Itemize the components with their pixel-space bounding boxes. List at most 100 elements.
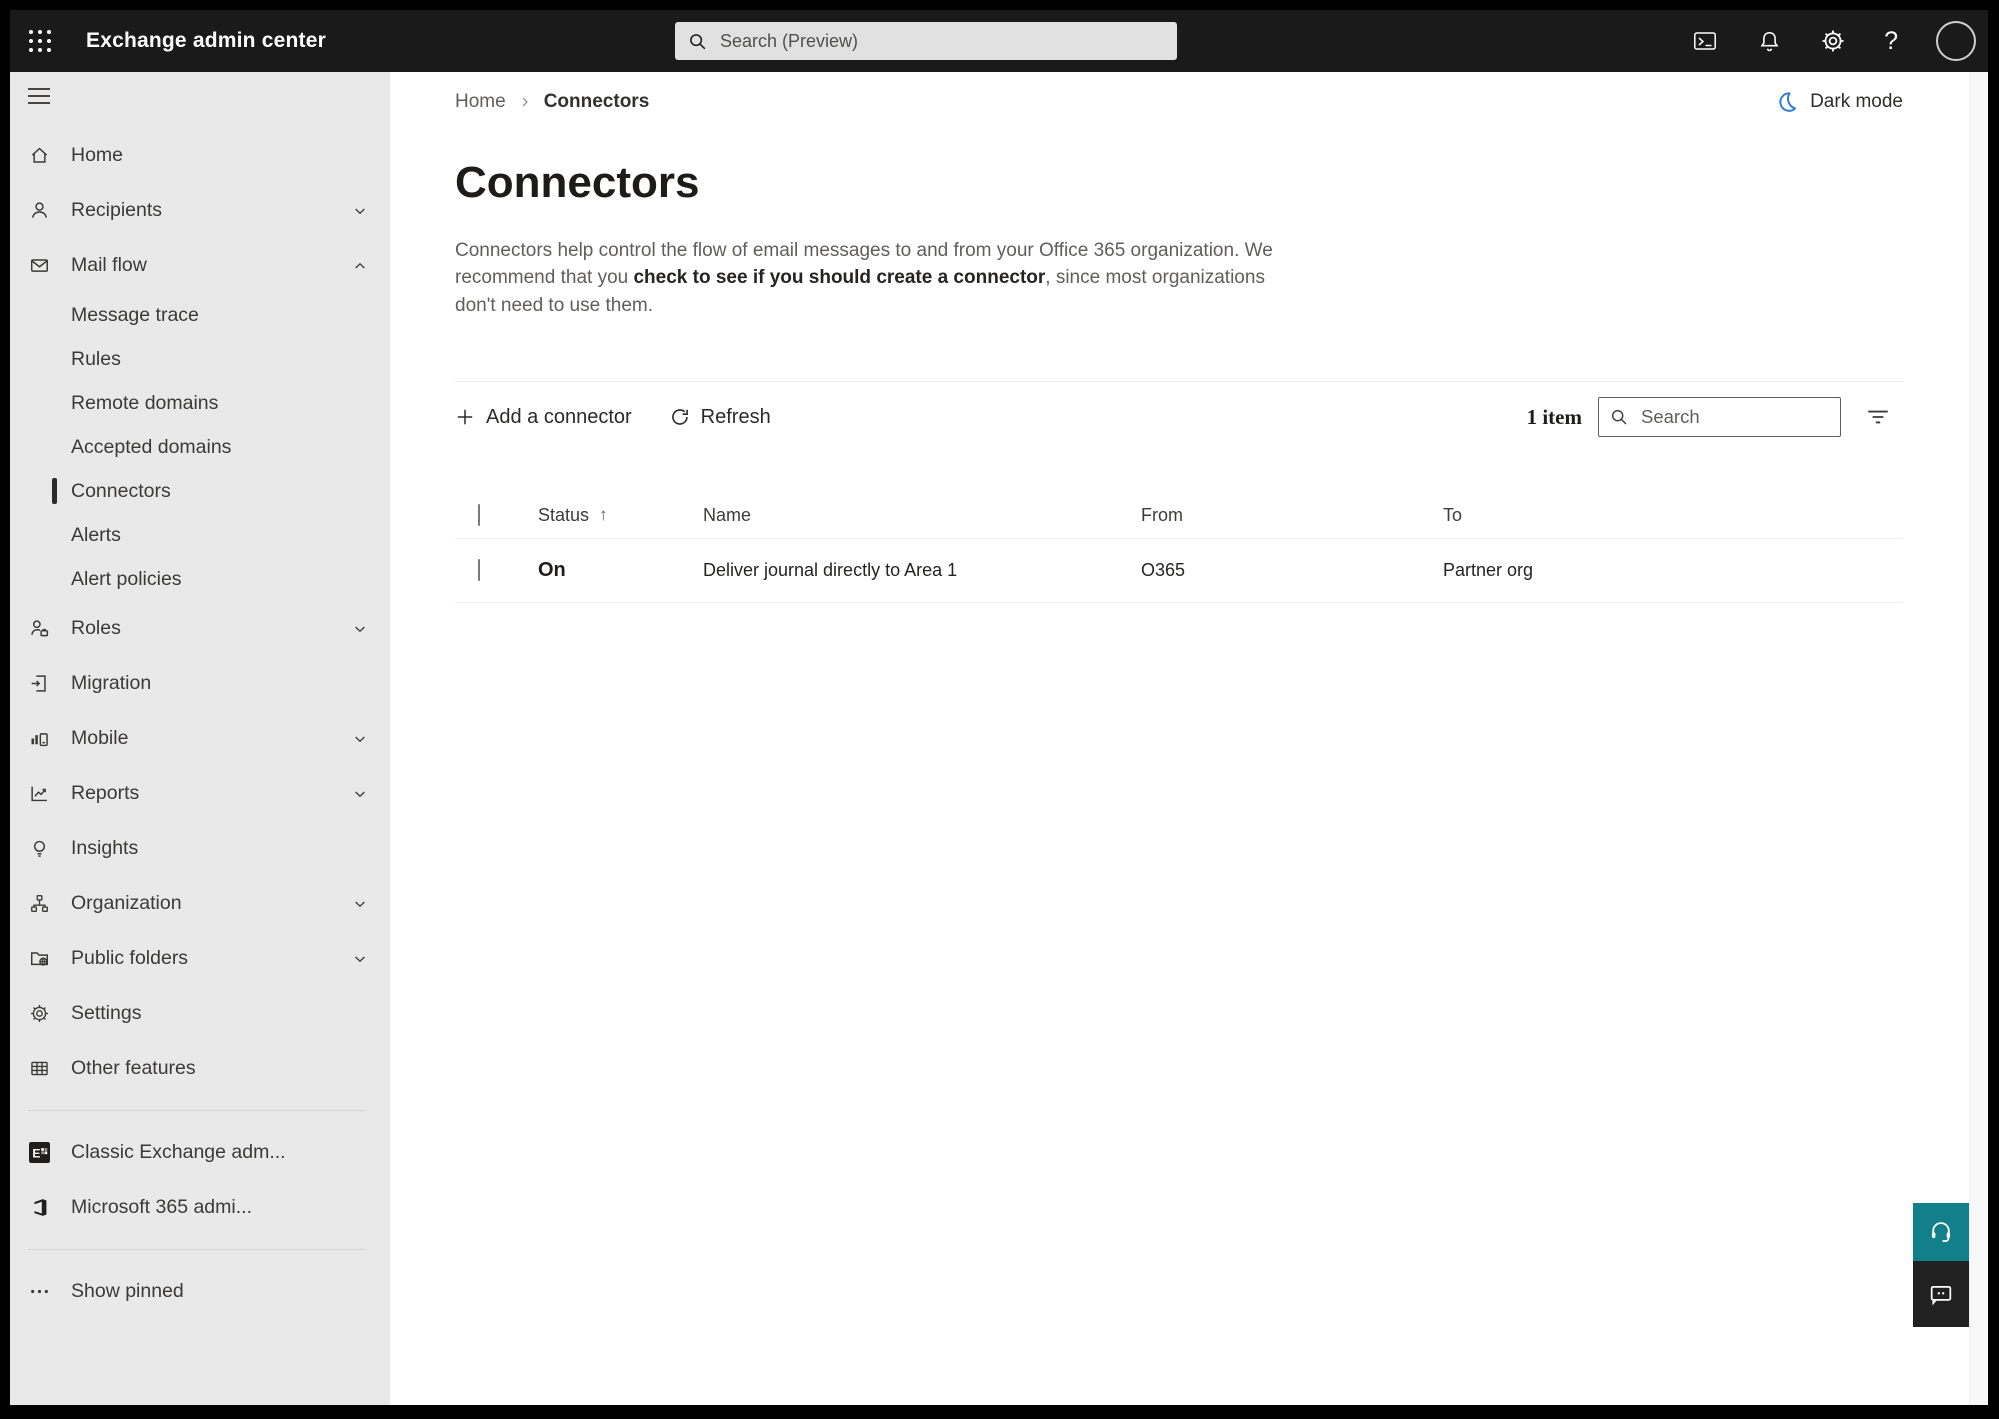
reports-chart-icon [28, 783, 50, 804]
gear-icon [28, 1003, 50, 1024]
sidebar-item-label: Insights [71, 837, 139, 859]
sidebar-item-label: Mobile [71, 727, 129, 749]
select-all-checkbox[interactable] [478, 503, 480, 526]
chevron-down-icon [352, 896, 368, 912]
refresh-button[interactable]: Refresh [670, 406, 771, 429]
chevron-down-icon [352, 951, 368, 967]
sidebar-item-classic-exchange[interactable]: E Classic Exchange adm... [10, 1125, 390, 1180]
sidebar-item-settings[interactable]: Settings [10, 986, 390, 1041]
create-connector-link[interactable]: check to see if you should create a conn… [633, 267, 1045, 288]
list-search-box[interactable] [1598, 397, 1841, 438]
sidebar-item-label: Public folders [71, 947, 189, 969]
app-launcher-button[interactable] [16, 17, 64, 65]
sidebar-item-migration[interactable]: Migration [10, 656, 390, 711]
headset-icon [1928, 1219, 1954, 1245]
sidebar-subitem-accepted-domains[interactable]: Accepted domains [10, 425, 390, 469]
help-icon[interactable]: ? [1884, 27, 1898, 56]
column-header-status[interactable]: Status [538, 505, 589, 526]
scrollbar-track[interactable] [1969, 72, 1988, 1405]
main-panel: Home Connectors Dark mode Connectors Con… [390, 72, 1969, 1405]
dark-mode-toggle[interactable]: Dark mode [1775, 90, 1903, 113]
sidebar-item-organization[interactable]: Organization [10, 876, 390, 931]
sidebar-subitem-label: Accepted domains [71, 435, 232, 458]
sidebar-item-label: Other features [71, 1057, 196, 1079]
connectors-table: Status ↑ Name From To On Deliver journal… [455, 492, 1903, 604]
sidebar: Home Recipients Mail flow Message trace … [10, 72, 390, 1405]
sidebar-item-roles[interactable]: Roles [10, 601, 390, 656]
sidebar-item-label: Recipients [71, 199, 163, 221]
search-icon [687, 31, 708, 52]
sidebar-subitem-remote-domains[interactable]: Remote domains [10, 381, 390, 425]
breadcrumb-home-link[interactable]: Home [455, 91, 506, 113]
sidebar-item-public-folders[interactable]: Public folders [10, 931, 390, 986]
sidebar-item-reports[interactable]: Reports [10, 766, 390, 821]
list-toolbar: Add a connector Refresh 1 item [455, 382, 1903, 452]
add-connector-button[interactable]: Add a connector [455, 406, 632, 429]
add-connector-label: Add a connector [486, 405, 632, 428]
sidebar-item-other-features[interactable]: Other features [10, 1041, 390, 1096]
sidebar-item-label: Microsoft 365 admi... [71, 1196, 252, 1218]
chat-bubble-icon [1928, 1281, 1954, 1307]
svg-text:E: E [32, 1146, 40, 1160]
avatar-circle-icon [1936, 21, 1976, 61]
global-search-box[interactable] [675, 22, 1177, 60]
list-search-input[interactable] [1639, 405, 1830, 430]
hamburger-menu-button[interactable] [24, 76, 64, 116]
sidebar-divider [28, 1110, 366, 1111]
sidebar-subitem-alert-policies[interactable]: Alert policies [10, 557, 390, 601]
sidebar-subitem-label: Connectors [71, 479, 171, 502]
folder-globe-icon [28, 948, 50, 969]
sidebar-item-label: Home [71, 144, 124, 166]
table-row[interactable]: On Deliver journal directly to Area 1 O3… [455, 539, 1903, 604]
column-header-to[interactable]: To [1443, 505, 1903, 526]
sidebar-item-recipients[interactable]: Recipients [10, 183, 390, 238]
chevron-up-icon [352, 258, 368, 274]
column-header-name[interactable]: Name [703, 505, 1141, 526]
sidebar-divider [28, 1249, 366, 1250]
plus-icon [455, 407, 475, 427]
feedback-button[interactable] [1913, 1261, 1969, 1327]
sidebar-item-label: Classic Exchange adm... [71, 1141, 286, 1163]
mail-icon [28, 255, 50, 276]
row-name[interactable]: Deliver journal directly to Area 1 [703, 560, 1141, 581]
sidebar-item-microsoft-365-admin[interactable]: Microsoft 365 admi... [10, 1180, 390, 1235]
page-description: Connectors help control the flow of emai… [455, 237, 1300, 320]
column-header-from[interactable]: From [1141, 505, 1443, 526]
sidebar-subitem-rules[interactable]: Rules [10, 337, 390, 381]
sidebar-subitem-connectors-selected[interactable]: Connectors [10, 469, 390, 513]
global-search-input[interactable] [718, 29, 1165, 53]
sidebar-item-show-pinned[interactable]: Show pinned [10, 1264, 390, 1319]
sidebar-subitem-label: Alert policies [71, 567, 182, 590]
sidebar-item-label: Roles [71, 617, 121, 639]
filter-icon[interactable] [1865, 406, 1891, 428]
migration-document-icon [28, 673, 50, 694]
row-from: O365 [1141, 560, 1186, 581]
sidebar-subitem-alerts[interactable]: Alerts [10, 513, 390, 557]
account-avatar[interactable] [1936, 21, 1976, 61]
org-chart-icon [28, 893, 50, 914]
support-button[interactable] [1913, 1203, 1969, 1261]
chevron-down-icon [352, 621, 368, 637]
dark-mode-label: Dark mode [1810, 90, 1903, 112]
notifications-bell-icon[interactable] [1757, 29, 1782, 54]
sidebar-item-mail-flow[interactable]: Mail flow [10, 238, 390, 293]
sidebar-subitem-message-trace[interactable]: Message trace [10, 293, 390, 337]
mobile-device-icon [28, 728, 50, 749]
sidebar-item-home[interactable]: Home [10, 128, 390, 183]
selected-indicator [52, 478, 57, 504]
sidebar-item-insights[interactable]: Insights [10, 821, 390, 876]
sidebar-subitem-label: Remote domains [71, 391, 219, 414]
person-icon [28, 200, 50, 221]
moon-icon [1775, 90, 1798, 113]
sidebar-item-mobile[interactable]: Mobile [10, 711, 390, 766]
powershell-terminal-icon[interactable] [1691, 29, 1719, 53]
row-checkbox[interactable] [478, 559, 480, 582]
sidebar-subitem-label: Message trace [71, 303, 199, 326]
sort-ascending-icon[interactable]: ↑ [599, 505, 608, 525]
table-header-row: Status ↑ Name From To [455, 492, 1903, 540]
breadcrumb: Home Connectors [455, 91, 649, 113]
chevron-down-icon [352, 203, 368, 219]
sidebar-item-label: Organization [71, 892, 182, 914]
refresh-label: Refresh [700, 405, 771, 428]
settings-gear-icon[interactable] [1820, 28, 1846, 54]
